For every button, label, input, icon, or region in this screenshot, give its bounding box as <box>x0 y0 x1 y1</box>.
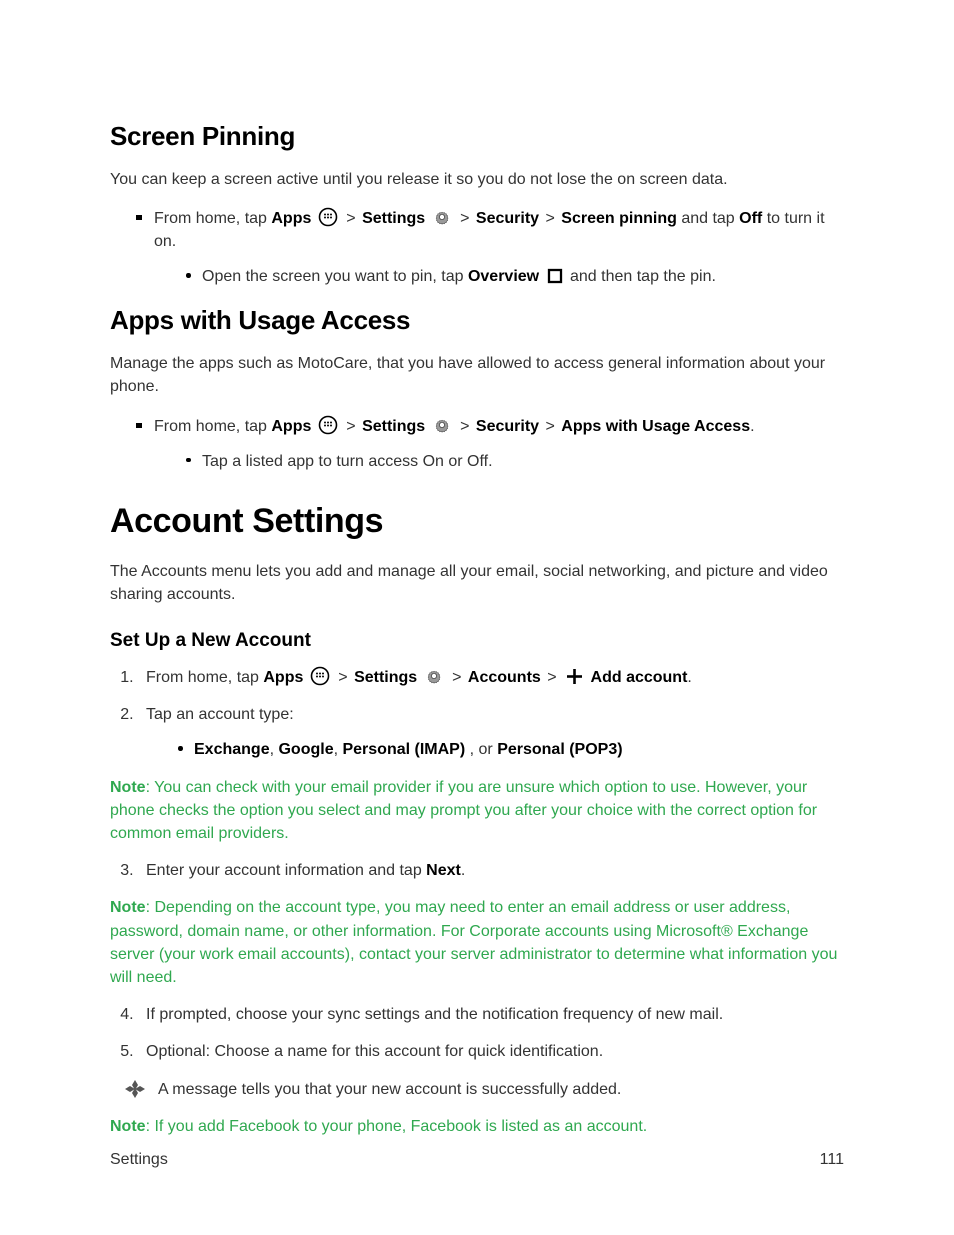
steps-list-cont2: If prompted, choose your sync settings a… <box>110 1003 844 1063</box>
gt-separator: > <box>460 418 469 435</box>
gt-separator: > <box>338 669 347 686</box>
option-imap: Personal (IMAP) <box>342 741 465 758</box>
list-item: From home, tap Apps > Settings > Securit… <box>138 207 844 289</box>
list-item: Exchange, Google, Personal (IMAP) , or P… <box>180 738 844 761</box>
sublist: Tap a listed app to turn access On or Of… <box>154 450 844 473</box>
gt-separator: > <box>547 669 556 686</box>
label-apps: Apps <box>271 210 311 227</box>
label-next: Next <box>426 862 461 879</box>
intro-usage-access: Manage the apps such as MotoCare, that y… <box>110 352 844 398</box>
text: and tap <box>677 210 739 227</box>
step-1: From home, tap Apps > Settings > Account… <box>138 666 844 689</box>
diamond-note: A message tells you that your new accoun… <box>110 1078 844 1101</box>
footer-page-number: 111 <box>820 1148 844 1171</box>
label-security: Security <box>476 210 539 227</box>
option-exchange: Exchange <box>194 741 270 758</box>
label-off: Off <box>739 210 762 227</box>
intro-account-settings: The Accounts menu lets you add and manag… <box>110 560 844 606</box>
label-overview: Overview <box>468 268 539 285</box>
steps-list: From home, tap Apps > Settings > Account… <box>110 666 844 762</box>
gt-separator: > <box>346 418 355 435</box>
note-text: : If you add Facebook to your phone, Fac… <box>146 1118 648 1135</box>
text: . <box>461 862 465 879</box>
steps-list-cont: Enter your account information and tap N… <box>110 859 844 882</box>
label-settings: Settings <box>354 669 417 686</box>
text: . <box>687 669 691 686</box>
note-text: : Depending on the account type, you may… <box>110 899 837 986</box>
document-page: Screen Pinning You can keep a screen act… <box>0 0 954 1235</box>
options-list: Exchange, Google, Personal (IMAP) , or P… <box>146 738 844 761</box>
label-accounts: Accounts <box>468 669 541 686</box>
step-4: If prompted, choose your sync settings a… <box>138 1003 844 1026</box>
list-item: Open the screen you want to pin, tap Ove… <box>188 265 844 288</box>
text: , or <box>465 741 497 758</box>
apps-icon <box>318 415 338 435</box>
settings-icon <box>432 207 452 227</box>
apps-icon <box>318 207 338 227</box>
label-security: Security <box>476 418 539 435</box>
intro-screen-pinning: You can keep a screen active until you r… <box>110 168 844 191</box>
note-label: Note <box>110 779 146 796</box>
list-item: Tap a listed app to turn access On or Of… <box>188 450 844 473</box>
heading-setup-account: Set Up a New Account <box>110 627 844 655</box>
step-2: Tap an account type: Exchange, Google, P… <box>138 703 844 761</box>
gt-separator: > <box>460 210 469 227</box>
label-add-account: Add account <box>591 669 688 686</box>
gt-separator: > <box>546 210 555 227</box>
label-apps: Apps <box>263 669 303 686</box>
heading-screen-pinning: Screen Pinning <box>110 118 844 156</box>
settings-icon <box>424 666 444 686</box>
text: From home, tap <box>146 669 263 686</box>
label-screen-pinning: Screen pinning <box>561 210 677 227</box>
apps-icon <box>310 666 330 686</box>
overview-icon <box>546 267 564 285</box>
option-pop3: Personal (POP3) <box>497 741 622 758</box>
list-usage-access: From home, tap Apps > Settings > Securit… <box>110 415 844 473</box>
text: Tap an account type: <box>146 706 294 723</box>
label-settings: Settings <box>362 418 425 435</box>
text: From home, tap <box>154 418 271 435</box>
text: . <box>750 418 754 435</box>
heading-usage-access: Apps with Usage Access <box>110 302 844 340</box>
label-apps: Apps <box>271 418 311 435</box>
note-text: : You can check with your email provider… <box>110 779 817 842</box>
text: and then tap the pin. <box>566 268 716 285</box>
text: From home, tap <box>154 210 271 227</box>
gt-separator: > <box>346 210 355 227</box>
page-footer: Settings 111 <box>110 1148 844 1171</box>
gt-separator: > <box>452 669 461 686</box>
label-usage-access: Apps with Usage Access <box>561 418 750 435</box>
text: Enter your account information and tap <box>146 862 426 879</box>
list-item: From home, tap Apps > Settings > Securit… <box>138 415 844 473</box>
note-3: Note: If you add Facebook to your phone,… <box>110 1115 844 1138</box>
diamond-icon <box>124 1078 146 1107</box>
label-settings: Settings <box>362 210 425 227</box>
heading-account-settings: Account Settings <box>110 497 844 546</box>
footer-section: Settings <box>110 1148 168 1171</box>
list-screen-pinning: From home, tap Apps > Settings > Securit… <box>110 207 844 289</box>
note-label: Note <box>110 899 146 916</box>
option-google: Google <box>278 741 333 758</box>
note-1: Note: You can check with your email prov… <box>110 776 844 846</box>
gt-separator: > <box>546 418 555 435</box>
note-label: Note <box>110 1118 146 1135</box>
plus-icon <box>565 667 584 686</box>
step-5: Optional: Choose a name for this account… <box>138 1040 844 1063</box>
note-2: Note: Depending on the account type, you… <box>110 896 844 989</box>
settings-icon <box>432 415 452 435</box>
step-3: Enter your account information and tap N… <box>138 859 844 882</box>
diamond-text: A message tells you that your new accoun… <box>158 1081 621 1098</box>
sublist: Open the screen you want to pin, tap Ove… <box>154 265 844 288</box>
text: Open the screen you want to pin, tap <box>202 268 468 285</box>
